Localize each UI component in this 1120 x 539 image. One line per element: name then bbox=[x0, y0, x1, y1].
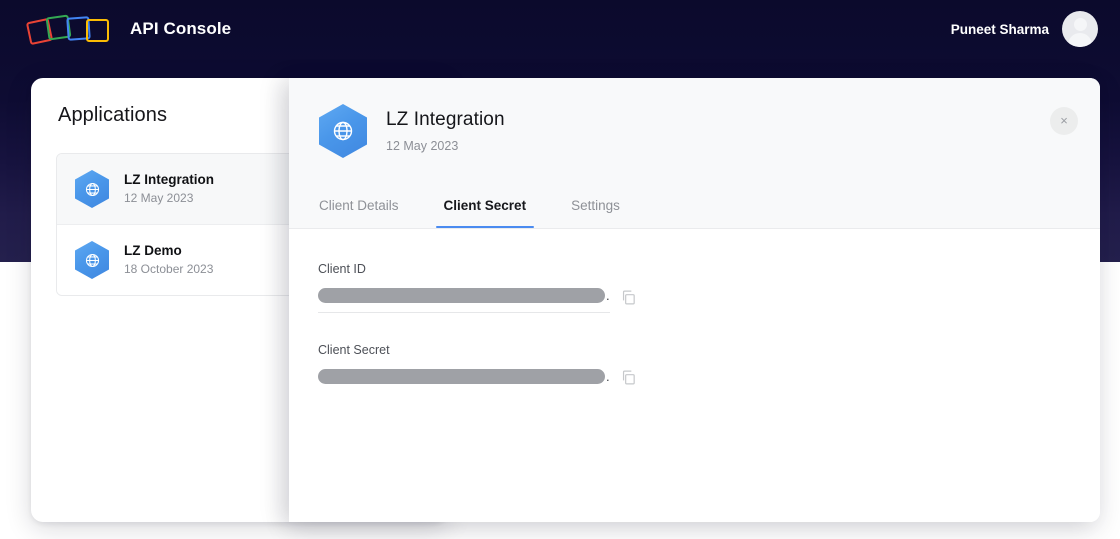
user-name: Puneet Sharma bbox=[950, 21, 1049, 37]
tab-client-details[interactable]: Client Details bbox=[319, 184, 399, 228]
copy-icon[interactable] bbox=[620, 369, 637, 386]
copy-icon[interactable] bbox=[620, 289, 637, 306]
detail-tabs: Client Details Client Secret Settings bbox=[289, 184, 1100, 229]
detail-header-text: LZ Integration 12 May 2023 bbox=[386, 108, 505, 154]
client-id-label: Client ID bbox=[318, 262, 366, 276]
list-item-date: 18 October 2023 bbox=[124, 262, 214, 277]
detail-header: LZ Integration 12 May 2023 × bbox=[289, 78, 1100, 184]
client-secret-value[interactable]: . bbox=[318, 368, 610, 393]
tab-client-secret[interactable]: Client Secret bbox=[435, 184, 534, 228]
redaction-bar bbox=[318, 369, 605, 385]
detail-title: LZ Integration bbox=[386, 109, 505, 131]
avatar[interactable] bbox=[1062, 11, 1098, 47]
client-secret-field: Client Secret . bbox=[318, 343, 1100, 393]
four-squares-logo-icon bbox=[25, 12, 118, 46]
list-item-text: LZ Demo 18 October 2023 bbox=[124, 243, 213, 278]
redaction-bar bbox=[318, 288, 605, 304]
list-item-date: 12 May 2023 bbox=[124, 191, 194, 206]
globe-hexagon-icon bbox=[75, 170, 109, 208]
api-console-page: API Console Puneet Sharma Applications L… bbox=[0, 0, 1120, 539]
list-item-name: LZ Integration bbox=[124, 171, 214, 187]
avatar-head-icon bbox=[1073, 18, 1087, 31]
client-secret-trailing: . bbox=[606, 369, 610, 384]
list-item-name: LZ Demo bbox=[124, 242, 182, 258]
client-id-field: Client ID . bbox=[318, 262, 1100, 313]
brand-title: API Console bbox=[130, 19, 232, 38]
close-icon[interactable]: × bbox=[1050, 107, 1078, 135]
list-item-text: LZ Integration 12 May 2023 bbox=[124, 172, 214, 207]
client-secret-row: . bbox=[318, 368, 1100, 393]
topbar: API Console Puneet Sharma bbox=[0, 0, 1120, 58]
client-id-trailing: . bbox=[606, 288, 610, 303]
client-id-value[interactable]: . bbox=[318, 287, 610, 313]
user-menu[interactable]: Puneet Sharma bbox=[951, 11, 1098, 47]
globe-hexagon-icon bbox=[319, 104, 367, 158]
detail-subtitle: 12 May 2023 bbox=[386, 138, 459, 153]
client-secret-label: Client Secret bbox=[318, 343, 390, 357]
brand[interactable]: API Console bbox=[25, 12, 232, 46]
avatar-body-icon bbox=[1068, 33, 1092, 47]
client-id-row: . bbox=[318, 287, 1100, 313]
globe-hexagon-icon bbox=[75, 241, 109, 279]
application-detail-panel: LZ Integration 12 May 2023 × Client Deta… bbox=[289, 78, 1100, 522]
tab-settings[interactable]: Settings bbox=[571, 184, 620, 228]
detail-body: Client ID . Client Secret . bbox=[289, 229, 1100, 522]
